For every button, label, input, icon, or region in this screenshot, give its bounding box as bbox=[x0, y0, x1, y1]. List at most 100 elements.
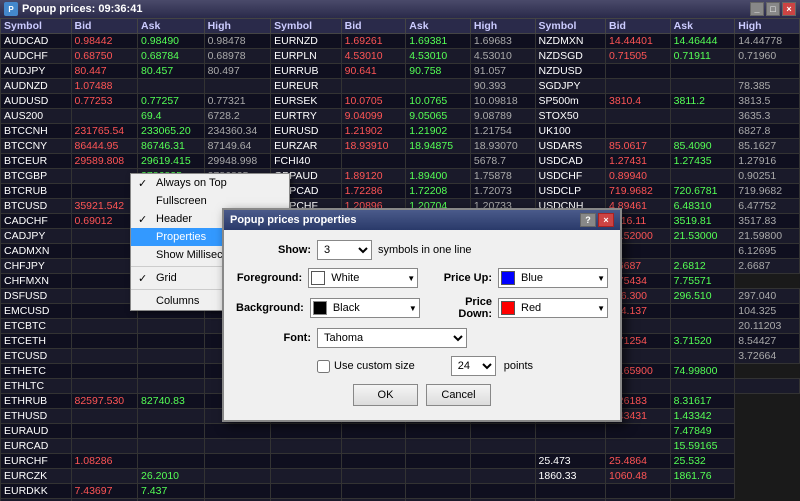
table-cell: EURSEK bbox=[271, 94, 342, 109]
table-cell: SGDJPY bbox=[535, 79, 606, 94]
table-cell: AUDUSD bbox=[1, 94, 72, 109]
table-cell: USDCAD bbox=[535, 154, 606, 169]
table-cell: 1.75878 bbox=[470, 169, 535, 184]
table-cell: 3517.83 bbox=[735, 214, 800, 229]
table-cell: ETHLTC bbox=[1, 379, 72, 394]
table-cell bbox=[406, 424, 471, 439]
maximize-button[interactable]: □ bbox=[766, 2, 780, 16]
table-cell bbox=[71, 184, 138, 199]
col-header-high2: High bbox=[470, 19, 535, 34]
table-cell: 0.68750 bbox=[71, 49, 138, 64]
table-cell: 18.93070 bbox=[470, 139, 535, 154]
table-row: BTCRUB2652178GBPCAD1.722861.722081.72073… bbox=[1, 184, 800, 199]
properties-dialog: Popup prices properties ? × Show: 3 symb… bbox=[222, 208, 622, 422]
table-cell: EURTRY bbox=[271, 109, 342, 124]
table-cell bbox=[606, 484, 671, 499]
table-cell: 6.47752 bbox=[735, 199, 800, 214]
table-cell: 85.0617 bbox=[606, 139, 671, 154]
table-cell: 0.68784 bbox=[138, 49, 205, 64]
table-cell bbox=[341, 469, 406, 484]
table-cell bbox=[606, 79, 671, 94]
dialog-size-unit: points bbox=[504, 360, 533, 372]
dialog-priceup-select[interactable]: Blue ▼ bbox=[498, 268, 608, 288]
table-cell: 10.09818 bbox=[470, 94, 535, 109]
table-cell bbox=[138, 334, 205, 349]
table-cell bbox=[670, 304, 735, 319]
table-cell: AUS200 bbox=[1, 109, 72, 124]
dialog-size-select[interactable]: 24 bbox=[451, 356, 496, 376]
minimize-button[interactable]: _ bbox=[750, 2, 764, 16]
table-cell: 82740.83 bbox=[138, 394, 205, 409]
table-cell bbox=[138, 364, 205, 379]
dialog-content: Show: 3 symbols in one line Foreground: … bbox=[224, 230, 620, 420]
dialog-cancel-button[interactable]: Cancel bbox=[426, 384, 491, 406]
table-cell: FCHI40 bbox=[271, 154, 342, 169]
table-cell bbox=[470, 454, 535, 469]
dialog-ok-button[interactable]: OK bbox=[353, 384, 418, 406]
table-cell: 2.6812 bbox=[670, 259, 735, 274]
dialog-pricedown-select[interactable]: Red ▼ bbox=[498, 298, 608, 318]
dialog-show-row: Show: 3 symbols in one line bbox=[236, 240, 608, 260]
dialog-customsize-row: Use custom size 24 points bbox=[317, 356, 608, 376]
table-cell bbox=[71, 319, 138, 334]
table-cell bbox=[406, 484, 471, 499]
dialog-close-button[interactable]: × bbox=[598, 213, 614, 227]
table-cell bbox=[71, 349, 138, 364]
table-cell: 10.0705 bbox=[341, 94, 406, 109]
table-cell: 0.77253 bbox=[71, 94, 138, 109]
dialog-font-select[interactable]: Tahoma bbox=[317, 328, 467, 348]
dialog-help-button[interactable]: ? bbox=[580, 213, 596, 227]
table-cell: 20.11203 bbox=[735, 319, 800, 334]
table-cell: 719.9682 bbox=[606, 184, 671, 199]
table-cell: DSFUSD bbox=[1, 289, 72, 304]
table-row: EURCZK26.20101860.331060.481861.76 bbox=[1, 469, 800, 484]
table-cell: 14.44401 bbox=[606, 34, 671, 49]
table-header-row: Symbol Bid Ask High Symbol Bid Ask High … bbox=[1, 19, 800, 34]
col-header-symbol2: Symbol bbox=[271, 19, 342, 34]
title-bar-title: Popup prices: 09:36:41 bbox=[22, 3, 142, 15]
dialog-show-select[interactable]: 3 bbox=[317, 240, 372, 260]
col-header-high1: High bbox=[204, 19, 271, 34]
table-cell: 7.75571 bbox=[670, 274, 735, 289]
table-cell: BTCGBP bbox=[1, 169, 72, 184]
table-cell: 1.69381 bbox=[406, 34, 471, 49]
table-cell: 4.53010 bbox=[341, 49, 406, 64]
table-cell bbox=[138, 409, 205, 424]
table-cell: ETCETH bbox=[1, 334, 72, 349]
dialog-fg-select[interactable]: White ▼ bbox=[308, 268, 418, 288]
table-cell: 3810.4 bbox=[606, 94, 671, 109]
menu-item-always-on-top[interactable]: Always on Top bbox=[131, 174, 289, 192]
dialog-customsize-checkbox[interactable] bbox=[317, 360, 330, 373]
table-cell: 25.4864 bbox=[606, 454, 671, 469]
table-cell bbox=[71, 304, 138, 319]
priceup-color-text: Blue bbox=[521, 272, 543, 284]
dialog-bg-select[interactable]: Black ▼ bbox=[310, 298, 420, 318]
table-cell: 1.27431 bbox=[606, 154, 671, 169]
table-cell bbox=[406, 154, 471, 169]
table-cell bbox=[71, 229, 138, 244]
dialog-priceup-label: Price Up: bbox=[430, 272, 492, 284]
table-cell: 21.53000 bbox=[670, 229, 735, 244]
table-cell bbox=[341, 484, 406, 499]
table-cell bbox=[138, 379, 205, 394]
table-row: AUDUSD0.772530.772570.77321EURSEK10.0705… bbox=[1, 94, 800, 109]
table-cell: 0.68978 bbox=[204, 49, 271, 64]
table-cell bbox=[71, 364, 138, 379]
table-cell bbox=[735, 64, 800, 79]
table-cell: CADMXN bbox=[1, 244, 72, 259]
fg-dropdown-arrow: ▼ bbox=[407, 274, 415, 283]
table-cell: NZDSGD bbox=[535, 49, 606, 64]
table-cell: 5678.7 bbox=[470, 154, 535, 169]
table-cell bbox=[204, 469, 271, 484]
main-content: Symbol Bid Ask High Symbol Bid Ask High … bbox=[0, 18, 800, 501]
table-cell bbox=[406, 439, 471, 454]
table-row: EURCHF1.0828625.47325.486425.532 bbox=[1, 454, 800, 469]
table-cell bbox=[71, 109, 138, 124]
table-cell: 0.98490 bbox=[138, 34, 205, 49]
close-button[interactable]: × bbox=[782, 2, 796, 16]
table-row: BTCGBP37868253786825GBPAUD1.891201.89400… bbox=[1, 169, 800, 184]
table-cell: 78.385 bbox=[735, 79, 800, 94]
table-cell: 86444.95 bbox=[71, 139, 138, 154]
table-cell: 6.48310 bbox=[670, 199, 735, 214]
table-cell: 91.057 bbox=[470, 64, 535, 79]
